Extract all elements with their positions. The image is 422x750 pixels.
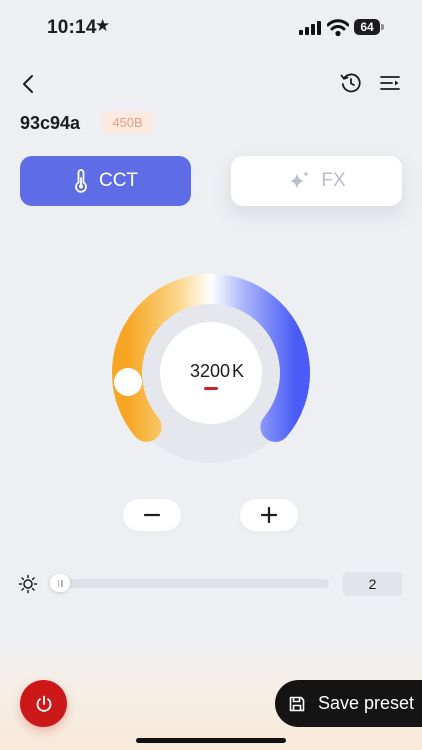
brightness-icon <box>18 574 38 594</box>
wifi-icon <box>326 19 350 37</box>
thermometer-icon <box>75 169 87 193</box>
plus-icon <box>261 507 277 523</box>
cellular-signal-icon <box>299 21 321 35</box>
history-button[interactable] <box>338 70 364 96</box>
device-name: 93c94a <box>20 113 81 133</box>
minus-icon <box>144 513 160 517</box>
cct-marker <box>204 387 218 390</box>
tab-fx-label: FX <box>321 170 346 191</box>
home-indicator <box>136 738 286 743</box>
back-button[interactable] <box>14 70 42 98</box>
model-badge: 450B <box>102 111 153 134</box>
cct-value: 3200 K <box>167 361 267 382</box>
sparkle-icon <box>290 171 310 189</box>
history-icon <box>340 73 361 93</box>
power-button[interactable] <box>20 680 67 727</box>
increase-button[interactable] <box>240 499 298 531</box>
star-icon: ★ <box>95 16 111 35</box>
decrease-button[interactable] <box>123 499 181 531</box>
tab-cct[interactable]: CCT <box>20 156 191 206</box>
brightness-slider-handle[interactable] <box>50 574 70 592</box>
tab-fx[interactable]: FX <box>231 156 402 206</box>
power-icon <box>36 695 51 712</box>
battery-indicator: 64 <box>354 19 380 35</box>
menu-icon <box>380 76 400 90</box>
save-preset-label: Save preset <box>318 693 415 713</box>
tab-cct-label: CCT <box>98 170 139 191</box>
brightness-slider-track[interactable] <box>50 579 329 588</box>
save-preset-button[interactable]: Save preset <box>275 680 422 727</box>
save-icon <box>289 696 305 711</box>
cct-unit: K <box>232 361 245 381</box>
menu-button[interactable] <box>377 70 403 96</box>
status-time: 10:14 <box>47 17 97 38</box>
brightness-value-field[interactable]: 2 <box>343 572 402 596</box>
cct-number: 3200 <box>189 361 231 381</box>
chevron-left-icon <box>23 75 33 93</box>
battery-tip <box>381 24 384 30</box>
dial-handle[interactable] <box>114 368 142 396</box>
